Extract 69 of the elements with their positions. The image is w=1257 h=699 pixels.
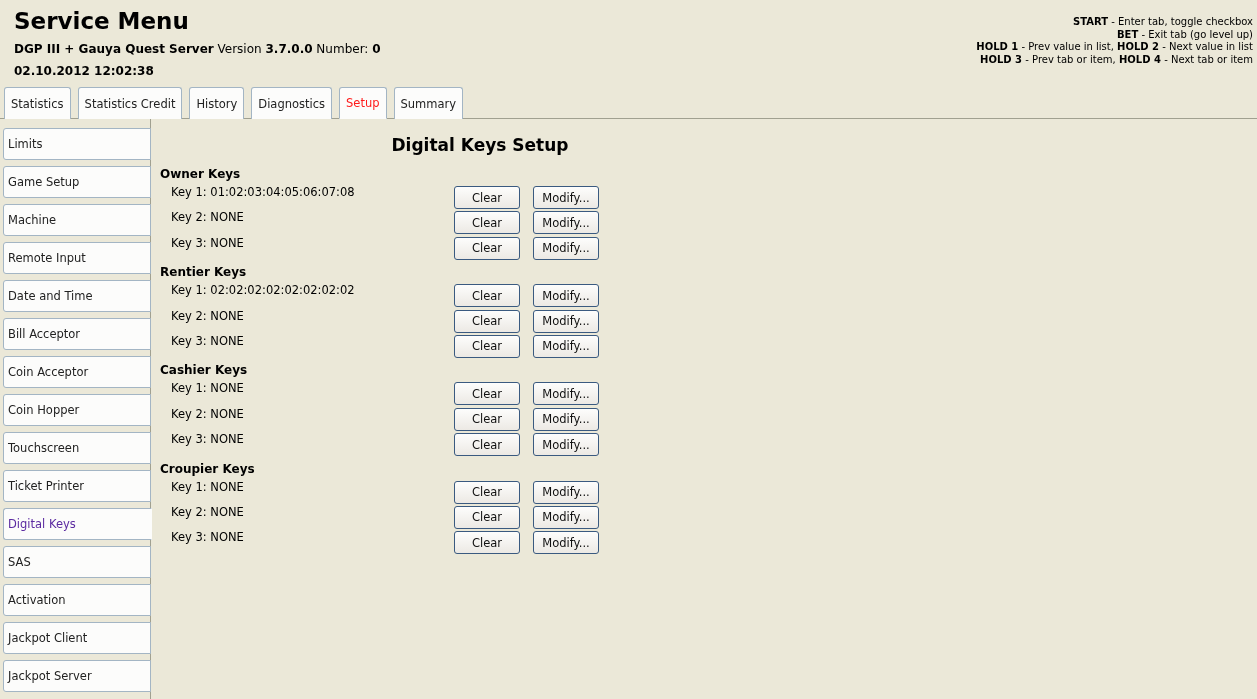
key-hint: START - Enter tab, toggle checkbox <box>1072 16 1253 29</box>
clear-button[interactable]: Clear <box>454 480 520 504</box>
key-label: Key 3: NONE <box>170 235 245 250</box>
clear-button[interactable]: Clear <box>454 382 520 406</box>
key-label: Key 2: NONE <box>170 308 245 323</box>
group-title: Cashier Keys <box>160 362 249 380</box>
modify-button[interactable]: Modify... <box>533 505 599 529</box>
sidebar-item[interactable]: Touchscreen <box>3 432 151 464</box>
key-label: Key 2: NONE <box>170 504 245 519</box>
clear-button[interactable]: Clear <box>454 334 520 358</box>
sidebar-item[interactable]: Remote Input <box>3 242 151 274</box>
sidebar-item[interactable]: SAS <box>3 546 151 578</box>
tab[interactable]: History <box>189 87 245 119</box>
key-hint: BET - Exit tab (go level up) <box>1115 28 1253 41</box>
clear-button[interactable]: Clear <box>454 407 520 431</box>
sidebar-item[interactable]: Jackpot Client <box>3 622 151 654</box>
section-title: Digital Keys Setup <box>390 134 570 157</box>
clear-button[interactable]: Clear <box>454 211 520 235</box>
sidebar-item[interactable]: Activation <box>3 584 151 616</box>
product-info: DGP III + Gauya Quest Server Version 3.7.0.0 Number: 0 <box>14 41 381 57</box>
sidebar-item[interactable]: Bill Acceptor <box>3 318 151 350</box>
tab[interactable]: Diagnostics <box>251 87 333 119</box>
key-hint: HOLD 1 - Prev value in list, HOLD 2 - Next value in list <box>976 41 1253 54</box>
key-label: Key 2: NONE <box>170 406 245 421</box>
clear-button[interactable]: Clear <box>454 433 520 457</box>
modify-button[interactable]: Modify... <box>533 480 599 504</box>
key-label: Key 3: NONE <box>170 333 245 348</box>
clear-button[interactable]: Clear <box>454 284 520 308</box>
group-title: Rentier Keys <box>160 264 248 282</box>
key-label: Key 2: NONE <box>170 210 245 225</box>
sidebar-item[interactable]: Coin Hopper <box>3 394 151 426</box>
modify-button[interactable]: Modify... <box>533 284 599 308</box>
modify-button[interactable]: Modify... <box>533 382 599 406</box>
modify-button[interactable]: Modify... <box>533 309 599 333</box>
app-title: Service Menu <box>14 7 190 35</box>
sidebar-item[interactable]: Coin Acceptor <box>3 356 151 388</box>
sidebar-item[interactable]: Jackpot Server <box>3 660 151 692</box>
sidebar-item[interactable]: Ticket Printer <box>3 470 151 502</box>
key-label: Key 1: 02:02:02:02:02:02:02:02 <box>170 283 356 298</box>
group-title: Owner Keys <box>160 166 242 183</box>
tab[interactable]: Statistics Credit <box>77 87 183 119</box>
modify-button[interactable]: Modify... <box>533 531 599 555</box>
group-title: Croupier Keys <box>160 460 256 478</box>
modify-button[interactable]: Modify... <box>533 211 599 235</box>
clear-button[interactable]: Clear <box>454 186 520 209</box>
tab[interactable]: Setup <box>339 87 387 119</box>
sidebar-item[interactable]: Machine <box>3 204 151 236</box>
tab[interactable]: Statistics <box>4 87 71 119</box>
clear-button[interactable]: Clear <box>454 309 520 333</box>
tab[interactable]: Summary <box>393 87 464 119</box>
modify-button[interactable]: Modify... <box>533 186 599 209</box>
sidebar-item[interactable]: Digital Keys <box>3 508 152 540</box>
clear-button[interactable]: Clear <box>454 531 520 555</box>
clear-button[interactable]: Clear <box>454 236 520 260</box>
key-label: Key 3: NONE <box>170 432 245 447</box>
key-label: Key 1: 01:02:03:04:05:06:07:08 <box>170 185 356 199</box>
sidebar-item[interactable]: Game Setup <box>3 166 151 198</box>
key-label: Key 1: NONE <box>170 381 245 396</box>
modify-button[interactable]: Modify... <box>533 407 599 431</box>
sidebar-item[interactable]: Date and Time <box>3 280 151 312</box>
key-label: Key 1: NONE <box>170 479 245 494</box>
date-time: 02.10.2012 12:02:38 <box>14 63 155 79</box>
modify-button[interactable]: Modify... <box>533 433 599 457</box>
modify-button[interactable]: Modify... <box>533 236 599 260</box>
key-label: Key 3: NONE <box>170 530 245 545</box>
modify-button[interactable]: Modify... <box>533 334 599 358</box>
clear-button[interactable]: Clear <box>454 505 520 529</box>
sidebar-item[interactable]: Limits <box>3 128 151 160</box>
key-hint: HOLD 3 - Prev tab or item, HOLD 4 - Next tab or item <box>979 53 1253 66</box>
